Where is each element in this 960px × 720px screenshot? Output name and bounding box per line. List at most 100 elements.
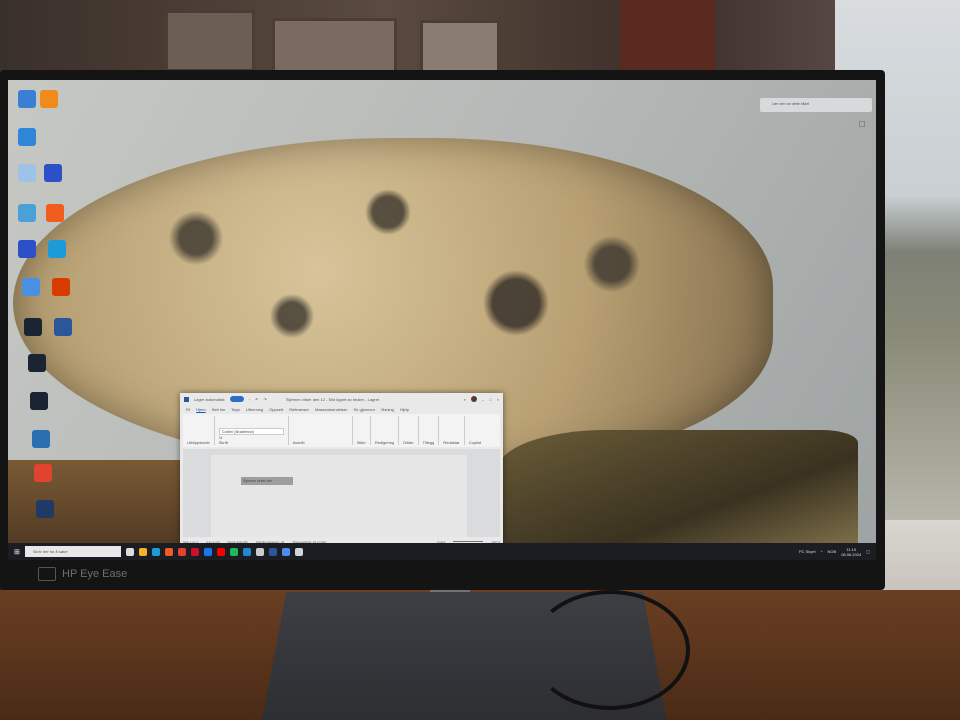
monitor-brand: HP Eye Ease [38, 567, 127, 581]
group-label: Avsnitt [292, 440, 305, 445]
word-doc-icon[interactable] [54, 318, 72, 336]
app-blue-flame-2-icon[interactable] [18, 240, 36, 258]
firefox-icon[interactable] [46, 204, 64, 222]
autosave-toggle[interactable] [229, 396, 244, 402]
addins-button[interactable]: Tillegg [423, 416, 440, 445]
taskbar-task-view-icon[interactable] [125, 547, 134, 556]
wallpaper-kelp [498, 430, 858, 560]
styles-label: Stiler [356, 440, 366, 445]
taskbar-photos-icon[interactable] [255, 547, 264, 556]
app-dark-3-icon[interactable] [30, 392, 48, 410]
app-blue-flame-icon[interactable] [44, 164, 62, 182]
brand-label: HP Eye Ease [62, 568, 128, 580]
autosave-label: Lagre automatisk [194, 396, 225, 402]
editor-label: Redaktør [443, 440, 460, 445]
tab-fil[interactable]: Fil [186, 407, 190, 412]
group-label: Skrift [218, 440, 228, 445]
tab-referanser[interactable]: Referanser [289, 407, 309, 412]
wall-picture [165, 10, 255, 72]
tools-icon[interactable] [32, 430, 50, 448]
title-bar: Lagre automatisk ▫ ↶ ↷ Stjernen virker d… [180, 393, 503, 405]
close-icon[interactable]: × [497, 397, 499, 402]
avatar[interactable] [471, 396, 477, 402]
document-page[interactable]: Stjernen virker den [211, 455, 467, 537]
taskbar-chrome-icon[interactable] [177, 547, 186, 556]
vlc-icon[interactable] [40, 90, 58, 108]
google-chrome-icon[interactable] [34, 464, 52, 482]
copilot-button[interactable]: Copilot [469, 416, 485, 445]
redo-icon[interactable]: ↷ [263, 397, 266, 402]
tab-utforming[interactable]: Utforming [246, 407, 263, 412]
word-icon [184, 396, 189, 402]
minimize-icon[interactable]: – [482, 397, 484, 402]
maximize-icon[interactable]: □ [489, 397, 491, 402]
taskbar-apps [125, 547, 303, 556]
app-dark-1-icon[interactable] [24, 318, 42, 336]
taskbar-maps-icon[interactable] [281, 547, 290, 556]
taskbar-facebook-icon[interactable] [203, 547, 212, 556]
system-tray: PC Skyet ^ NOB 11:15 08.06.2024 ▢ [799, 547, 870, 557]
tab-se-gjennom[interactable]: Se gjennom [353, 407, 374, 412]
taskbar-word-icon[interactable] [268, 547, 277, 556]
taskbar-file-explorer-icon[interactable] [138, 547, 147, 556]
wallpaper-info-banner[interactable]: Lær mer om dette bildet [760, 98, 872, 112]
network-icon[interactable] [18, 128, 36, 146]
dictate-button[interactable]: Dikter [403, 416, 419, 445]
tab-masseutsendelser[interactable]: Masseutsendelser [315, 407, 347, 412]
tab-hjelp[interactable]: Hjelp [400, 407, 409, 412]
taskbar: ⊞ Skriv her for å søke PC Skyet ^ NOB 11… [8, 543, 876, 560]
selected-text[interactable]: Stjernen virker den [241, 477, 293, 485]
clock[interactable]: 11:15 08.06.2024 [841, 547, 861, 557]
tab-sett-inn[interactable]: Sett inn [212, 407, 226, 412]
document-area: Stjernen virker den [183, 449, 500, 537]
taskbar-youtube-icon[interactable] [216, 547, 225, 556]
store-cart-icon[interactable] [22, 278, 40, 296]
wall-picture [272, 18, 397, 76]
tray-overflow-icon[interactable]: ^ [821, 549, 823, 554]
language-indicator[interactable]: NOB [828, 549, 837, 554]
editing-button[interactable]: Redigering [374, 416, 400, 445]
undo-icon[interactable]: ↶ [255, 397, 258, 402]
lock-app-icon[interactable] [36, 500, 54, 518]
window-title: Stjernen virker den 12 - Sist lagret av … [285, 396, 379, 402]
taskbar-vscode-icon[interactable] [242, 547, 251, 556]
styles-button[interactable]: Stiler [357, 416, 371, 445]
weather-widget[interactable]: PC Skyet [799, 549, 816, 554]
recycle-bin-icon[interactable] [18, 164, 36, 182]
taskbar-spotify-icon[interactable] [229, 547, 238, 556]
app-dark-2-icon[interactable] [28, 354, 46, 372]
font-name-select[interactable]: Calibri (Brødtekst) [218, 428, 284, 435]
ribbon-group-paragraph: Avsnitt [293, 416, 353, 445]
search-icon[interactable]: ⌕ [464, 397, 466, 402]
office-icon[interactable] [52, 278, 70, 296]
wallpaper-seal-spots [68, 160, 708, 420]
zoom-slider[interactable] [453, 541, 484, 542]
notifications-icon[interactable]: ▢ [866, 549, 870, 554]
editing-label: Redigering [374, 440, 395, 445]
taskbar-search[interactable]: Skriv her for å søke [24, 546, 121, 557]
ribbon-group-font: Calibri (Brødtekst) 11 Skrift [218, 416, 289, 445]
dictate-label: Dikter [403, 440, 414, 445]
ribbon-tabs: Fil Hjem Sett inn Tegn Utforming Oppsett Refer… [180, 405, 503, 413]
addins-label: Tillegg [422, 440, 435, 445]
tab-visning[interactable]: Visning [381, 407, 394, 412]
monitor: Lær mer om dette bildet Lagre automatisk… [0, 70, 885, 590]
wall-picture [420, 20, 500, 76]
wallpaper-info-icon[interactable] [859, 121, 865, 127]
group-label: Utklippstavle [187, 440, 210, 445]
tab-tegn[interactable]: Tegn [231, 407, 240, 412]
start-icon[interactable]: ⊞ [14, 548, 20, 556]
taskbar-notepad-icon[interactable] [294, 547, 303, 556]
save-icon[interactable]: ▫ [249, 397, 250, 402]
word-window: Lagre automatisk ▫ ↶ ↷ Stjernen virker d… [180, 393, 503, 545]
edge-icon[interactable] [48, 240, 66, 258]
ribbon: Utklippstavle Calibri (Brødtekst) 11 Skr… [183, 414, 500, 447]
taskbar-edge-icon[interactable] [151, 547, 160, 556]
taskbar-firefox-icon[interactable] [164, 547, 173, 556]
control-panel-icon[interactable] [18, 204, 36, 222]
tab-oppsett[interactable]: Oppsett [269, 407, 283, 412]
tab-hjem[interactable]: Hjem [196, 407, 205, 412]
this-pc-icon[interactable] [18, 90, 36, 108]
taskbar-opera-icon[interactable] [190, 547, 199, 556]
editor-button[interactable]: Redaktør [443, 416, 465, 445]
